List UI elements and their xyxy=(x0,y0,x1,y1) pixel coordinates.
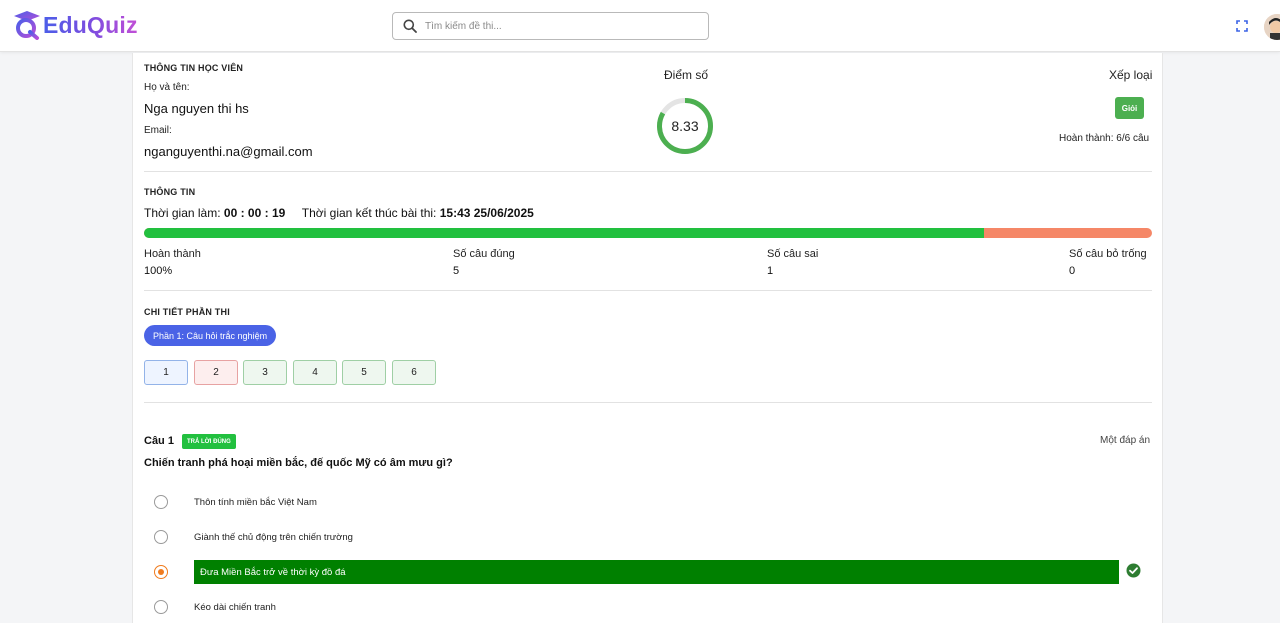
status-badge: TRẢ LỜI ĐÚNG xyxy=(182,434,236,449)
name-label: Họ và tên: xyxy=(144,82,190,93)
question-nav-1[interactable]: 1 xyxy=(144,360,188,385)
completion-count: Hoàn thành: 6/6 câu xyxy=(1059,133,1150,144)
end-time-value: 15:43 25/06/2025 xyxy=(439,206,534,220)
divider xyxy=(144,290,1152,291)
option-text-2: Giành thế chủ động trên chiến trường xyxy=(194,532,353,543)
stat-correct-value: 5 xyxy=(453,265,460,277)
option-radio-3[interactable] xyxy=(154,565,168,579)
question-type: Một đáp án xyxy=(1100,435,1151,446)
question-nav-4[interactable]: 4 xyxy=(293,360,337,385)
parts-section-title: CHI TIẾT PHẦN THI xyxy=(144,307,230,317)
score-value: 8.33 xyxy=(671,118,699,134)
progress-fill-correct xyxy=(144,228,984,238)
option-radio-1[interactable] xyxy=(154,495,168,509)
stat-completed-label: Hoàn thành xyxy=(144,248,201,260)
stat-blank-label: Số câu bỏ trống xyxy=(1069,248,1147,260)
search-icon xyxy=(403,19,417,33)
top-header: EduQuiz xyxy=(0,0,1280,52)
divider xyxy=(144,402,1152,403)
logo[interactable]: EduQuiz xyxy=(13,10,138,40)
question-number: Câu 1 xyxy=(144,435,174,447)
question-nav-5[interactable]: 5 xyxy=(342,360,386,385)
time-value: 00 : 00 : 19 xyxy=(223,206,286,220)
result-card: THÔNG TIN HỌC VIÊN Họ và tên: Nga nguyen… xyxy=(132,53,1163,623)
fullscreen-icon[interactable] xyxy=(1236,19,1248,37)
info-section-title: THÔNG TIN xyxy=(144,187,196,197)
stat-wrong-label: Số câu sai xyxy=(767,248,819,260)
student-email: nganguyenthi.na@gmail.com xyxy=(144,144,313,159)
option-radio-4[interactable] xyxy=(154,600,168,614)
student-name: Nga nguyen thi hs xyxy=(144,101,249,116)
stat-wrong-value: 1 xyxy=(767,265,774,277)
stat-correct-label: Số câu đúng xyxy=(453,248,515,260)
email-label: Email: xyxy=(144,125,172,136)
student-section-title: THÔNG TIN HỌC VIÊN xyxy=(144,63,244,73)
logo-text: EduQuiz xyxy=(43,11,138,38)
question-text: Chiến tranh phá hoại miền bắc, đế quốc M… xyxy=(144,457,453,469)
option-text-3: Đưa Miền Bắc trở về thời kỳ đồ đá xyxy=(200,567,346,578)
question-nav-3[interactable]: 3 xyxy=(243,360,287,385)
question-nav-2[interactable]: 2 xyxy=(194,360,238,385)
option-text-1: Thôn tính miền bắc Việt Nam xyxy=(194,497,317,508)
stat-completed-value: 100% xyxy=(144,265,173,277)
option-text-4: Kéo dài chiến tranh xyxy=(194,602,276,613)
check-circle-icon xyxy=(1126,563,1141,583)
grade-badge: Giỏi xyxy=(1115,97,1144,119)
divider xyxy=(144,171,1152,172)
option-radio-2[interactable] xyxy=(154,530,168,544)
avatar[interactable] xyxy=(1264,14,1280,40)
logo-icon xyxy=(13,10,41,40)
time-row: Thời gian làm: 00 : 00 : 19 Thời gian kế… xyxy=(144,206,534,220)
search-input[interactable] xyxy=(425,20,685,32)
stat-blank-value: 0 xyxy=(1069,265,1076,277)
score-title: Điểm số xyxy=(664,68,709,82)
progress-bar xyxy=(144,228,1152,238)
end-time-label: Thời gian kết thúc bài thi: xyxy=(301,206,437,220)
grade-title: Xếp loại xyxy=(1109,68,1153,82)
time-label: Thời gian làm: xyxy=(144,206,221,220)
question-nav-6[interactable]: 6 xyxy=(392,360,436,385)
part-chip-1[interactable]: Phần 1: Câu hỏi trắc nghiệm xyxy=(144,325,277,346)
search-bar[interactable] xyxy=(392,12,709,40)
